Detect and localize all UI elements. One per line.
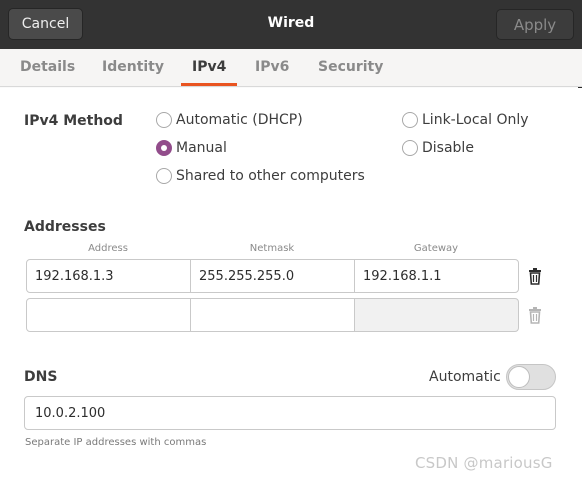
- tab-security[interactable]: Security: [318, 59, 383, 75]
- netmask-input[interactable]: 255.255.255.0: [190, 259, 355, 293]
- radio-circle: [402, 140, 418, 156]
- tab-identity[interactable]: Identity: [102, 59, 164, 75]
- radio-circle-selected: [156, 140, 172, 156]
- radio-circle: [156, 112, 172, 128]
- address-input[interactable]: [26, 298, 191, 332]
- radio-label: Disable: [422, 140, 474, 156]
- dialog-title: Wired: [267, 15, 315, 31]
- radio-automatic-dhcp[interactable]: Automatic (DHCP): [156, 112, 303, 128]
- addresses-label: Addresses: [24, 219, 106, 235]
- column-header-gateway: Gateway: [413, 243, 459, 254]
- dns-hint: Separate IP addresses with commas: [25, 437, 207, 448]
- gateway-input[interactable]: 192.168.1.1: [354, 259, 519, 293]
- radio-circle: [402, 112, 418, 128]
- radio-disable[interactable]: Disable: [402, 140, 474, 156]
- trash-icon[interactable]: [527, 267, 543, 285]
- tab-ipv4[interactable]: IPv4: [192, 59, 226, 75]
- column-header-address: Address: [88, 243, 128, 254]
- gateway-input-disabled: [354, 298, 519, 332]
- dns-input[interactable]: 10.0.2.100: [24, 396, 556, 430]
- radio-shared[interactable]: Shared to other computers: [156, 168, 365, 184]
- header-bar: Cancel Wired Apply: [0, 0, 582, 49]
- switch-knob: [508, 366, 530, 388]
- ipv4-method-label: IPv4 Method: [24, 113, 123, 129]
- tab-bar: Details Identity IPv4 IPv6 Security: [0, 49, 582, 87]
- address-input[interactable]: 192.168.1.3: [26, 259, 191, 293]
- dns-automatic-switch[interactable]: [506, 364, 556, 390]
- radio-circle: [156, 168, 172, 184]
- column-header-netmask: Netmask: [249, 243, 295, 254]
- radio-manual[interactable]: Manual: [156, 140, 227, 156]
- watermark-text: CSDN @mariousG: [415, 454, 553, 472]
- apply-button[interactable]: Apply: [496, 9, 574, 40]
- netmask-input[interactable]: [190, 298, 355, 332]
- tab-ipv6[interactable]: IPv6: [255, 59, 289, 75]
- active-tab-indicator: [181, 83, 237, 86]
- radio-link-local[interactable]: Link-Local Only: [402, 112, 529, 128]
- radio-label: Manual: [176, 140, 227, 156]
- radio-label: Automatic (DHCP): [176, 112, 303, 128]
- radio-label: Link-Local Only: [422, 112, 529, 128]
- radio-label: Shared to other computers: [176, 168, 365, 184]
- tab-details[interactable]: Details: [20, 59, 75, 75]
- dns-automatic-label: Automatic: [429, 369, 501, 385]
- trash-icon-disabled: [527, 306, 543, 324]
- dns-label: DNS: [24, 369, 58, 385]
